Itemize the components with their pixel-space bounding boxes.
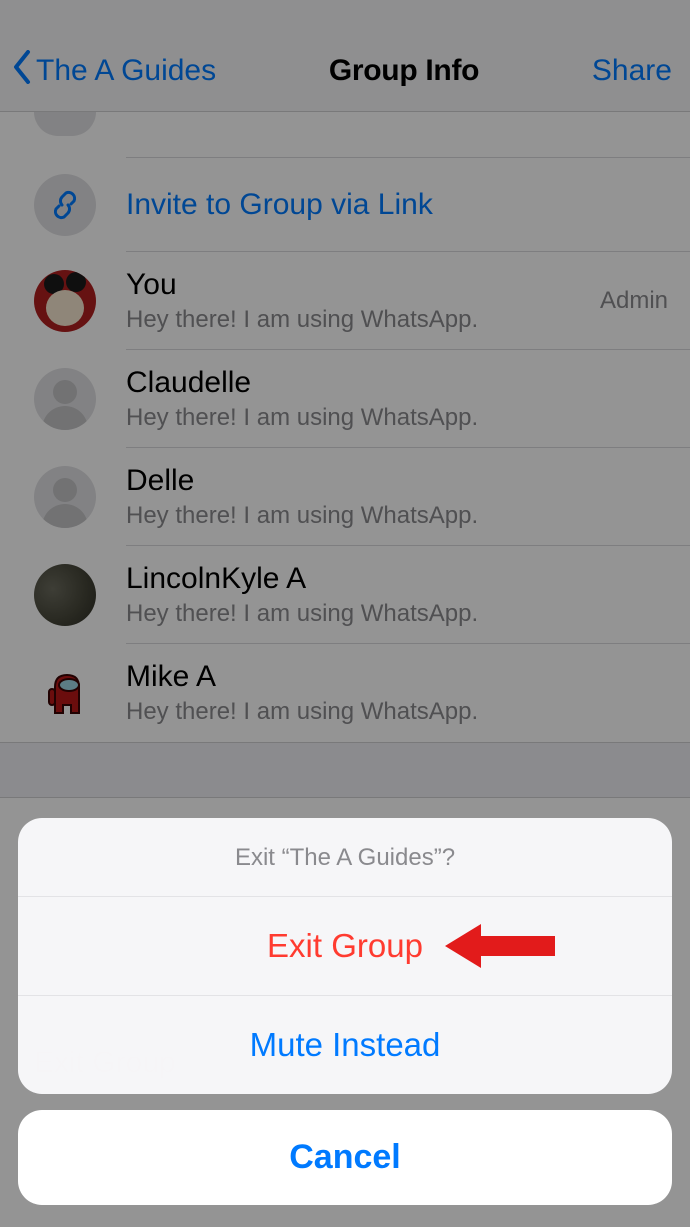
participant-name: Mike A <box>126 660 668 694</box>
invite-link-label: Invite to Group via Link <box>126 188 668 222</box>
cancel-label: Cancel <box>289 1138 401 1176</box>
participants-section: Invite to Group via Link You Hey there! … <box>0 112 690 742</box>
cancel-button[interactable]: Cancel <box>18 1110 672 1205</box>
avatar-placeholder <box>34 112 96 136</box>
admin-badge: Admin <box>600 287 668 315</box>
participant-status: Hey there! I am using WhatsApp. <box>126 404 668 432</box>
participant-row[interactable]: Delle Hey there! I am using WhatsApp. <box>0 448 690 546</box>
participant-name: LincolnKyle A <box>126 562 668 596</box>
participant-row[interactable]: LincolnKyle A Hey there! I am using What… <box>0 546 690 644</box>
section-separator <box>0 742 690 798</box>
mute-instead-button[interactable]: Mute Instead <box>18 996 672 1094</box>
participant-name: You <box>126 268 592 302</box>
back-button[interactable]: The A Guides <box>12 50 216 91</box>
invite-link-row[interactable]: Invite to Group via Link <box>0 158 690 252</box>
participant-row[interactable]: Mike A Hey there! I am using WhatsApp. <box>0 644 690 742</box>
action-sheet-title: Exit “The A Guides”? <box>18 818 672 897</box>
chevron-left-icon <box>12 50 32 91</box>
avatar <box>34 270 96 332</box>
group-info-screen: The A Guides Group Info Share Invite to … <box>0 0 690 1227</box>
exit-group-label: Exit Group <box>267 927 423 964</box>
participant-row[interactable]: You Hey there! I am using WhatsApp. Admi… <box>0 252 690 350</box>
annotation-arrow-icon <box>445 918 555 974</box>
participant-row[interactable]: Claudelle Hey there! I am using WhatsApp… <box>0 350 690 448</box>
link-icon <box>34 174 96 236</box>
page-title: Group Info <box>329 54 479 88</box>
avatar <box>34 564 96 626</box>
participant-name: Delle <box>126 464 668 498</box>
participant-status: Hey there! I am using WhatsApp. <box>126 502 668 530</box>
participant-status: Hey there! I am using WhatsApp. <box>126 600 668 628</box>
nav-bar: The A Guides Group Info Share <box>0 0 690 112</box>
exit-group-button[interactable]: Exit Group <box>18 897 672 996</box>
share-button[interactable]: Share <box>592 54 672 88</box>
avatar <box>34 466 96 528</box>
avatar <box>34 662 96 724</box>
participant-status: Hey there! I am using WhatsApp. <box>126 306 592 334</box>
back-label: The A Guides <box>36 54 216 88</box>
mute-instead-label: Mute Instead <box>250 1026 441 1063</box>
truncated-row <box>0 112 690 157</box>
participant-status: Hey there! I am using WhatsApp. <box>126 698 668 726</box>
participant-name: Claudelle <box>126 366 668 400</box>
avatar <box>34 368 96 430</box>
action-sheet: Exit “The A Guides”? Exit Group Mute Ins… <box>0 818 690 1227</box>
